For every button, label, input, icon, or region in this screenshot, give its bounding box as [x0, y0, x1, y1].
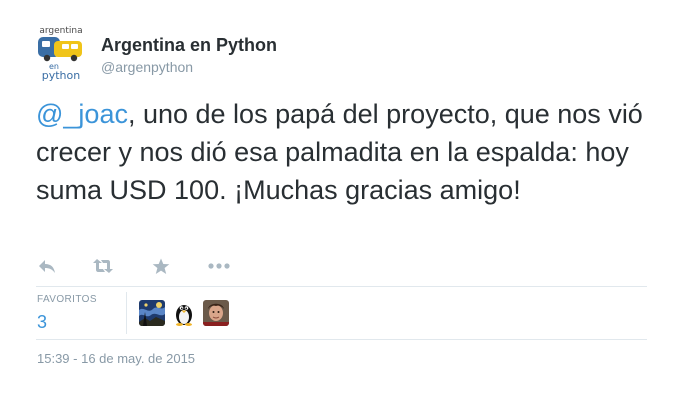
starry-night-avatar[interactable] [139, 300, 165, 326]
profile-handle[interactable]: @argenpython [101, 58, 193, 76]
reply-icon [38, 258, 56, 274]
more-icon [207, 262, 231, 270]
mention-link[interactable]: @_joac [36, 99, 128, 129]
favorites-count[interactable]: 3 [37, 310, 127, 334]
tweet-timestamp[interactable]: 15:39 - 16 de may. de 2015 [37, 351, 195, 367]
person-photo-avatar[interactable] [203, 300, 229, 326]
divider-bottom [36, 339, 647, 340]
logo-text-python: python [42, 69, 81, 81]
favorite-button[interactable] [151, 255, 171, 277]
favorites-stat[interactable]: FAVORITOS 3 [37, 293, 127, 334]
tweet-body: , uno de los papá del proyecto, que nos … [36, 99, 643, 205]
argentina-en-python-logo: argentina en python [38, 26, 83, 82]
retweet-button[interactable] [92, 255, 114, 277]
retweet-icon [92, 258, 114, 274]
tweet-text: @_joac, uno de los papá del proyecto, qu… [36, 95, 656, 209]
divider-top [36, 286, 647, 287]
stat-separator [126, 292, 127, 334]
tweet-actions [37, 255, 257, 277]
more-button[interactable] [207, 255, 231, 277]
favorites-label: FAVORITOS [37, 294, 97, 305]
profile-avatar[interactable]: argentina en python [36, 23, 86, 82]
favorited-by-list [139, 300, 229, 326]
logo-text-argentina: argentina [39, 26, 82, 36]
star-icon [152, 258, 170, 275]
profile-name[interactable]: Argentina en Python [101, 35, 277, 55]
reply-button[interactable] [37, 255, 57, 277]
tux-penguin-avatar[interactable] [171, 300, 197, 326]
